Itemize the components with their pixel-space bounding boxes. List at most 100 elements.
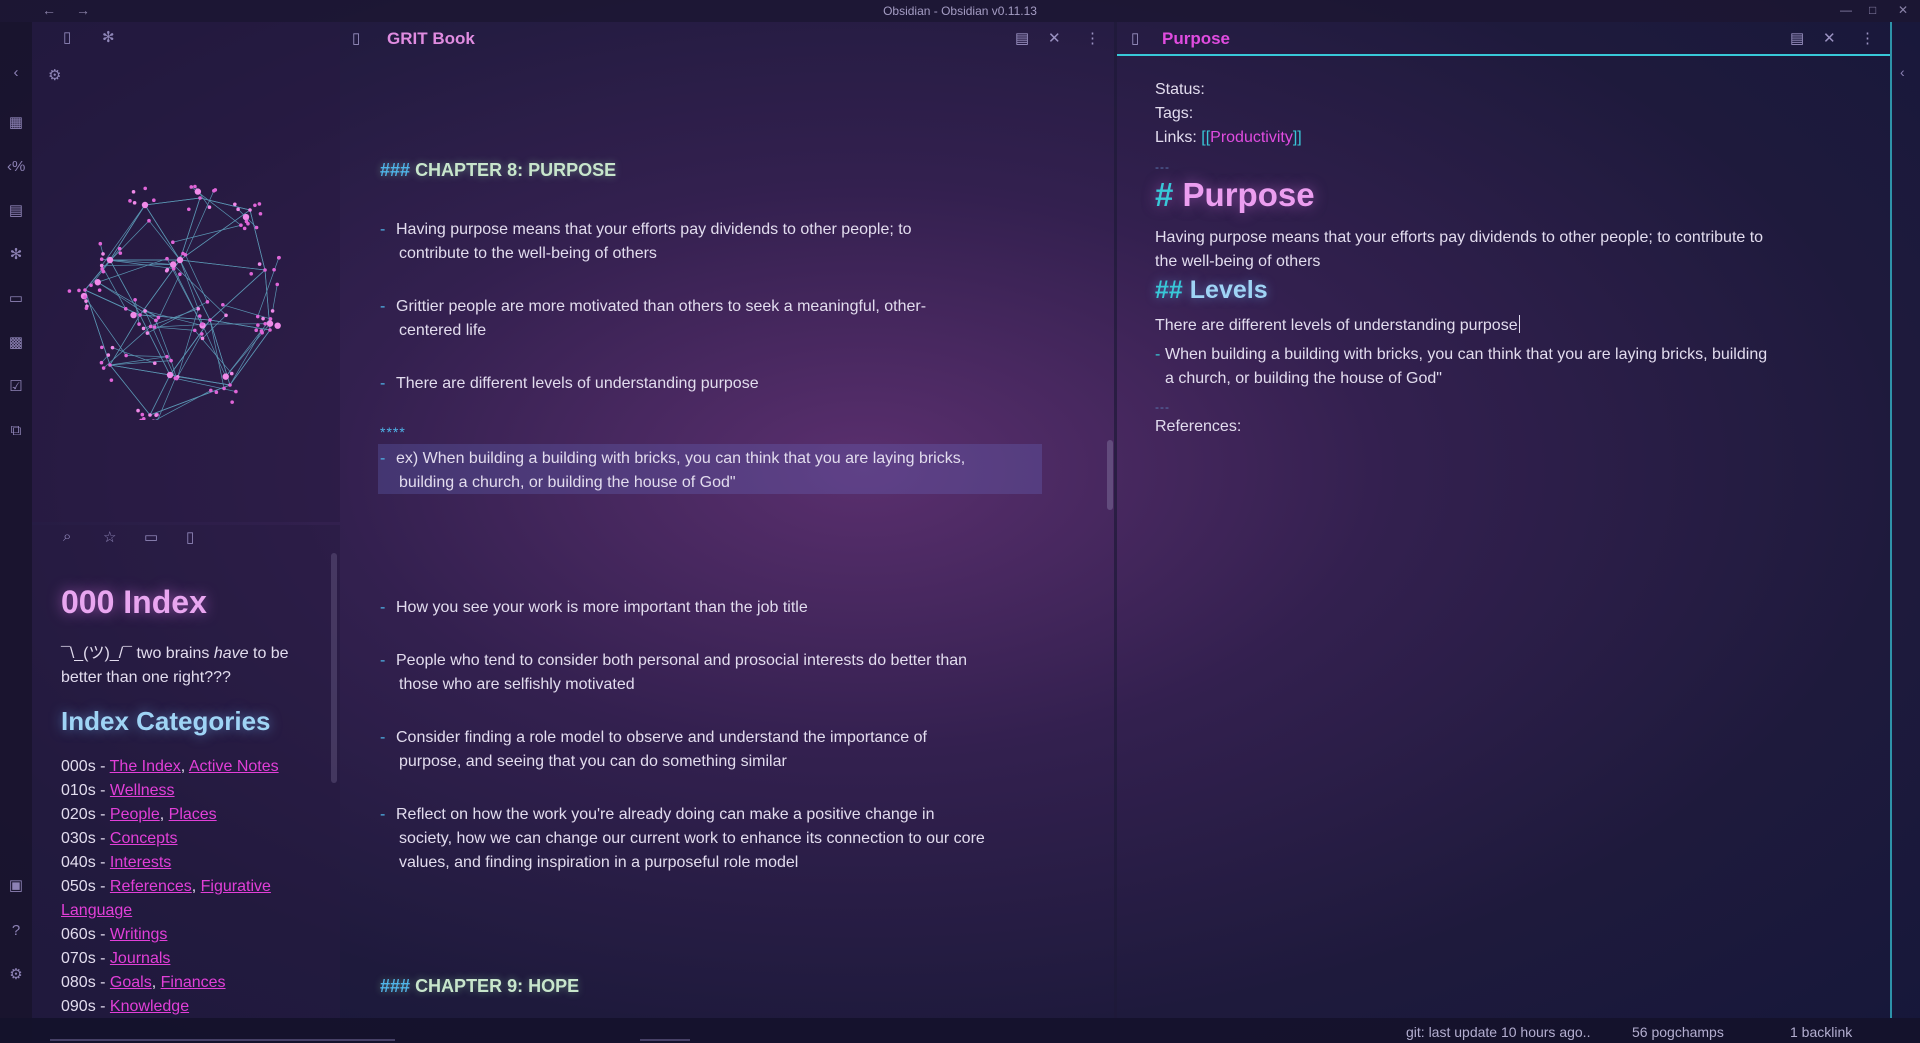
graph-node[interactable] <box>198 196 202 200</box>
graph-node[interactable] <box>94 279 101 286</box>
graph-node[interactable] <box>117 246 122 251</box>
graph-node[interactable] <box>187 207 191 212</box>
graph-node[interactable] <box>84 299 88 303</box>
graph-node[interactable] <box>255 314 260 319</box>
graph-node[interactable] <box>132 201 137 205</box>
search-icon[interactable]: ⌕ <box>63 528 71 545</box>
reading-view-icon[interactable]: ▤ <box>1015 29 1029 47</box>
graph-node[interactable] <box>109 378 114 382</box>
sidebar-scrollbar[interactable] <box>331 553 337 783</box>
graph-node[interactable] <box>83 295 87 299</box>
pane-title-grit-book[interactable]: GRIT Book <box>387 29 475 49</box>
graph-node[interactable] <box>257 262 262 266</box>
graph-node[interactable] <box>258 211 263 216</box>
more-options-icon[interactable]: ⋮ <box>1860 29 1875 47</box>
graph-node[interactable] <box>153 361 157 366</box>
graph-node[interactable] <box>254 328 258 333</box>
category-link[interactable]: People <box>110 806 160 823</box>
graph-node[interactable] <box>124 353 128 358</box>
graph-node[interactable] <box>233 202 237 207</box>
productivity-link[interactable]: Productivity <box>1210 129 1293 146</box>
graph-node[interactable] <box>272 267 276 272</box>
graph-node[interactable] <box>263 321 267 326</box>
horizontal-scrollbar[interactable] <box>50 1039 395 1041</box>
graph-node[interactable] <box>141 326 146 331</box>
note-bullet[interactable]: - Consider finding a role model to observ… <box>380 726 1040 774</box>
graph-node[interactable] <box>221 302 225 307</box>
graph-view-icon[interactable]: ✻ <box>7 246 25 264</box>
copy-icon[interactable]: ⧉ <box>7 422 25 440</box>
category-link[interactable]: Finances <box>161 974 226 991</box>
graph-node[interactable] <box>123 307 128 311</box>
graph-node[interactable] <box>131 190 136 194</box>
graph-node[interactable] <box>166 371 174 379</box>
graph-node[interactable] <box>154 318 158 323</box>
category-link[interactable]: Journals <box>110 950 170 967</box>
category-link[interactable]: Wellness <box>110 782 175 799</box>
graph-node[interactable] <box>99 360 104 365</box>
graph-node[interactable] <box>169 358 173 363</box>
calendar-check-icon[interactable]: ☑ <box>7 378 25 396</box>
horizontal-scrollbar-mid[interactable] <box>640 1039 690 1041</box>
graph-node[interactable] <box>138 313 142 317</box>
graph-node[interactable] <box>192 328 197 333</box>
graph-node[interactable] <box>274 322 281 329</box>
graph-node[interactable] <box>228 383 232 387</box>
maximize-icon[interactable]: □ <box>1869 3 1876 17</box>
note-bullet[interactable]: - Reflect on how the work you're already … <box>380 803 1040 875</box>
graph-node[interactable] <box>222 373 229 380</box>
category-link[interactable]: Knowledge <box>110 998 189 1015</box>
graph-node[interactable] <box>266 320 274 327</box>
graph-node[interactable] <box>136 408 140 413</box>
graph-node[interactable] <box>209 388 213 393</box>
template-icon[interactable]: ‹% <box>7 158 25 176</box>
editor-scrollbar[interactable] <box>1107 440 1113 510</box>
graph-node[interactable] <box>141 416 146 420</box>
graph-node[interactable] <box>214 390 219 395</box>
graph-node[interactable] <box>270 309 275 313</box>
category-link[interactable]: Places <box>169 806 217 823</box>
settings-icon[interactable]: ⚙ <box>7 966 25 984</box>
graph-node[interactable] <box>99 263 104 268</box>
graph-node[interactable] <box>277 255 281 260</box>
graph-node[interactable] <box>108 363 112 367</box>
graph-node[interactable] <box>97 288 102 292</box>
graph-node[interactable] <box>128 199 132 203</box>
graph-node[interactable] <box>193 184 197 189</box>
graph-node[interactable] <box>110 345 115 350</box>
graph-node[interactable] <box>207 205 212 209</box>
collapse-right-icon[interactable]: ‹ <box>1900 64 1905 80</box>
graph-node[interactable] <box>156 315 161 320</box>
graph-node[interactable] <box>165 354 169 359</box>
graph-node[interactable] <box>140 412 145 417</box>
graph-node[interactable] <box>84 306 89 311</box>
graph-node[interactable] <box>257 202 262 206</box>
graph-node[interactable] <box>181 251 185 256</box>
graph-node[interactable] <box>106 353 111 357</box>
star-icon[interactable]: ☆ <box>103 528 116 546</box>
highlighted-bullet[interactable]: - ex) When building a building with bric… <box>380 447 1040 495</box>
graph-node[interactable] <box>141 201 149 209</box>
more-options-icon[interactable]: ⋮ <box>1085 29 1100 47</box>
note-bullet[interactable]: - People who tend to consider both person… <box>380 649 1040 697</box>
collapse-left-icon[interactable]: ‹ <box>7 64 25 82</box>
graph-node[interactable] <box>242 213 250 221</box>
graph-node[interactable] <box>152 325 157 329</box>
purpose-paragraph[interactable]: Having purpose means that your efforts p… <box>1155 226 1815 274</box>
graph-node[interactable] <box>176 256 184 264</box>
graph-node[interactable] <box>236 207 240 212</box>
graph-node[interactable] <box>173 376 178 380</box>
graph-node[interactable] <box>248 208 252 212</box>
graph-node[interactable] <box>133 297 137 302</box>
help-icon[interactable]: ? <box>7 922 25 940</box>
pane-title-purpose[interactable]: Purpose <box>1162 29 1230 49</box>
close-window-icon[interactable]: ✕ <box>1898 3 1908 17</box>
graph-node[interactable] <box>249 272 254 276</box>
category-link[interactable]: Goals <box>110 974 152 991</box>
graph-node[interactable] <box>164 268 169 273</box>
file-tab-icon[interactable]: ▯ <box>63 28 71 46</box>
graph-node[interactable] <box>101 252 105 256</box>
category-link[interactable]: Concepts <box>110 830 178 847</box>
graph-node[interactable] <box>178 272 182 277</box>
graph-node[interactable] <box>199 332 204 336</box>
